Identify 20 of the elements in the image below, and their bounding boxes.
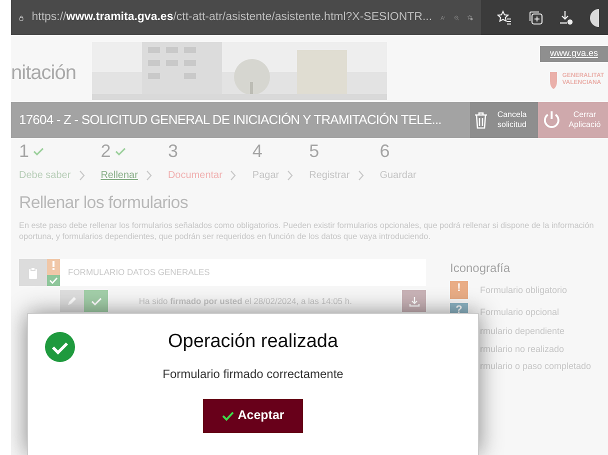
step-number: 1: [19, 142, 30, 160]
dialog-message: Formulario firmado correctamente: [162, 366, 344, 382]
close-app-button[interactable]: Cerrar Aplicació: [538, 102, 608, 138]
legend-title: Iconografía: [450, 260, 512, 278]
site-link[interactable]: www.gva.es: [540, 46, 608, 62]
step-link[interactable]: Rellenar: [100, 168, 138, 183]
step-number: 4: [252, 142, 262, 160]
step-number: 3: [168, 142, 178, 160]
step-link[interactable]: Debe saber: [19, 168, 71, 183]
site-title: nitación: [11, 61, 76, 86]
procedure-title: 17604 - Z - SOLICITUD GENERAL DE INICIACIÓN Y TRAMITACIÓN TELE...: [18, 111, 442, 130]
dialog-title: Operación realizada: [168, 330, 338, 354]
step-number: 2: [100, 142, 111, 160]
step-number: 5: [309, 142, 320, 160]
accept-button[interactable]: Aceptar: [203, 398, 303, 432]
section-heading: Rellenar los formularios: [19, 192, 189, 214]
step-number: 6: [380, 142, 390, 160]
step-link[interactable]: Documentar: [168, 168, 222, 183]
required-icon: !: [450, 281, 468, 300]
cancel-request-button[interactable]: Cancela solicitud: [470, 102, 538, 138]
